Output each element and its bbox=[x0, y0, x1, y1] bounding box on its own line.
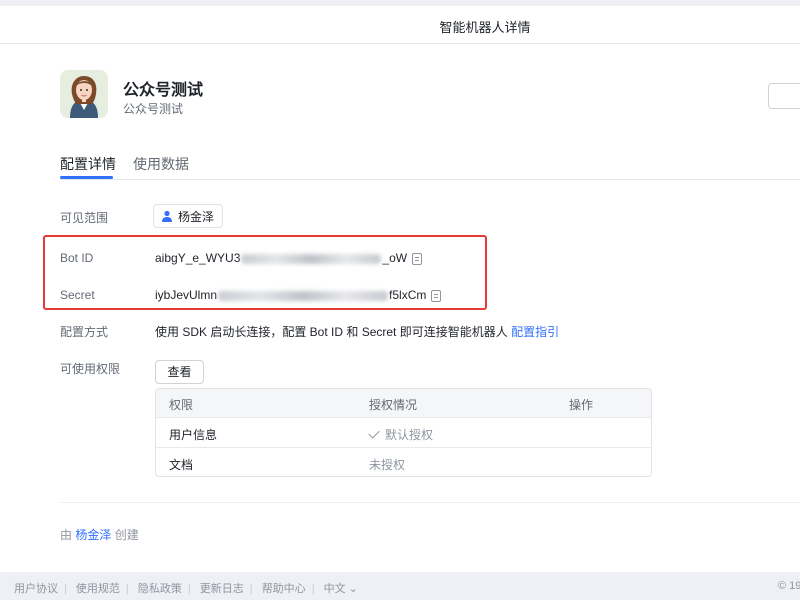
secret-prefix: iybJevUlmn bbox=[155, 288, 218, 302]
permission-name: 用户信息 bbox=[169, 428, 218, 442]
config-method-label: 配置方式 bbox=[60, 325, 109, 339]
secret-suffix: f5lxCm bbox=[389, 288, 427, 302]
footer-links: 用户协议 | 使用规范 | 隐私政策 | 更新日志 | 帮助中心 | 中文 ⌄ bbox=[14, 583, 358, 595]
view-permissions-button[interactable]: 查看 bbox=[155, 360, 204, 384]
bot-id-label: Bot ID bbox=[60, 251, 94, 265]
creator-suffix: 创建 bbox=[114, 528, 139, 542]
table-header-row: 权限 授权情况 操作 bbox=[156, 389, 651, 417]
bot-name: 公众号测试 bbox=[123, 82, 204, 99]
permission-status: 默认授权 bbox=[368, 426, 434, 443]
user-icon bbox=[162, 210, 172, 222]
visible-user-name: 杨金泽 bbox=[178, 209, 215, 224]
permission-name: 文档 bbox=[169, 458, 194, 472]
footer-link-user-agreement[interactable]: 用户协议 bbox=[14, 583, 58, 595]
tab-usage-data[interactable]: 使用数据 bbox=[133, 154, 189, 174]
tab-config-details[interactable]: 配置详情 bbox=[60, 154, 116, 174]
footer: 用户协议 | 使用规范 | 隐私政策 | 更新日志 | 帮助中心 | 中文 ⌄ © 19 bbox=[0, 572, 800, 600]
secret-redacted bbox=[218, 290, 389, 301]
secret-label: Secret bbox=[60, 288, 95, 302]
permissions-label: 可使用权限 bbox=[60, 362, 121, 376]
permissions-table: 权限 授权情况 操作 用户信息 默认授权 文档 未授权 bbox=[155, 388, 652, 477]
bot-id-prefix: aibgY_e_WYU3 bbox=[155, 251, 241, 265]
creator-prefix: 由 bbox=[60, 528, 73, 542]
copy-icon[interactable] bbox=[412, 252, 423, 265]
tab-bar: 配置详情 使用数据 bbox=[60, 152, 800, 180]
creator-line: 由 杨金泽 创建 bbox=[60, 526, 139, 543]
table-row: 文档 未授权 bbox=[156, 447, 651, 476]
config-guide-link[interactable]: 配置指引 bbox=[511, 325, 559, 339]
footer-link-privacy[interactable]: 隐私政策 bbox=[138, 583, 182, 595]
config-method-value: 使用 SDK 启动长连接，配置 Bot ID 和 Secret 即可连接智能机器… bbox=[155, 323, 559, 340]
footer-link-usage-rules[interactable]: 使用规范 bbox=[76, 583, 120, 595]
header-action-button[interactable] bbox=[768, 83, 800, 109]
language-selector[interactable]: 中文 ⌄ bbox=[324, 583, 358, 595]
bot-id-value: aibgY_e_WYU3 _oW bbox=[155, 251, 423, 265]
chevron-down-icon: ⌄ bbox=[348, 583, 358, 595]
copyright-text: © 19 bbox=[778, 580, 800, 592]
secret-value: iybJevUlmn f5lxCm bbox=[155, 288, 442, 302]
language-label: 中文 bbox=[323, 583, 346, 595]
footer-link-help-center[interactable]: 帮助中心 bbox=[262, 583, 306, 595]
bot-id-suffix: _oW bbox=[382, 251, 408, 265]
active-tab-indicator bbox=[60, 176, 113, 179]
table-row: 用户信息 默认授权 bbox=[156, 417, 651, 447]
footer-link-changelog[interactable]: 更新日志 bbox=[200, 583, 244, 595]
column-header-permission: 权限 bbox=[169, 398, 194, 412]
column-header-action: 操作 bbox=[569, 398, 594, 412]
bot-subtitle: 公众号测试 bbox=[123, 102, 184, 116]
section-divider bbox=[60, 502, 800, 503]
column-header-status: 授权情况 bbox=[369, 398, 418, 412]
permission-status-text: 默认授权 bbox=[385, 428, 434, 442]
avatar-illustration bbox=[60, 70, 108, 118]
config-method-text: 使用 SDK 启动长连接，配置 Bot ID 和 Secret 即可连接智能机器… bbox=[155, 325, 508, 339]
bot-avatar bbox=[60, 70, 108, 118]
bot-id-redacted bbox=[241, 253, 382, 264]
visible-user-chip[interactable]: 杨金泽 bbox=[153, 204, 224, 228]
title-bar: 智能机器人详情 bbox=[0, 6, 800, 44]
visibility-label: 可见范围 bbox=[60, 211, 109, 225]
copy-icon[interactable] bbox=[431, 289, 442, 302]
check-icon bbox=[368, 427, 380, 439]
creator-name-link[interactable]: 杨金泽 bbox=[75, 528, 111, 542]
page-title: 智能机器人详情 bbox=[439, 20, 531, 35]
permission-status-text: 未授权 bbox=[369, 458, 406, 472]
